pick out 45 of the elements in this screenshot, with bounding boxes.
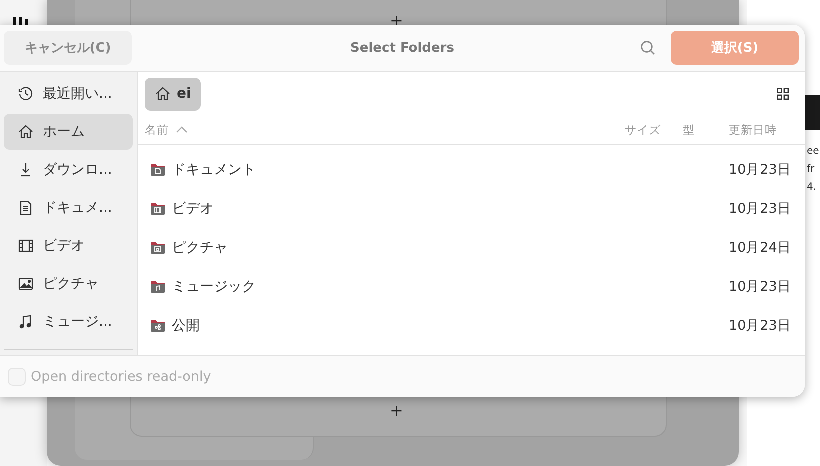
sidebar-item[interactable]: ドキュメ... bbox=[4, 190, 133, 226]
side-text: fr bbox=[807, 163, 815, 177]
folder-icon bbox=[150, 200, 166, 216]
sidebar-item[interactable]: ダウンロ... bbox=[4, 152, 133, 188]
file-row[interactable]: 公開 10月23日 bbox=[138, 306, 805, 345]
music-note-icon bbox=[18, 314, 34, 330]
folder-icon bbox=[150, 278, 166, 294]
file-name: ミュージック bbox=[172, 278, 256, 296]
checkbox-label: Open directories read-only bbox=[31, 368, 212, 384]
file-row[interactable]: ビデオ 10月23日 bbox=[138, 189, 805, 228]
window-title: Select Folders bbox=[350, 40, 454, 56]
modified-date: 10月23日 bbox=[729, 316, 792, 334]
path-button[interactable]: ei bbox=[145, 78, 202, 110]
modified-date: 10月23日 bbox=[729, 278, 792, 296]
file-row[interactable]: ドキュメント 10月23日 bbox=[138, 150, 805, 189]
side-text: 4. bbox=[807, 181, 817, 195]
modified-date: 10月24日 bbox=[729, 238, 792, 256]
film-icon bbox=[18, 238, 34, 254]
grid-view-icon[interactable] bbox=[777, 88, 789, 100]
document-icon bbox=[18, 200, 34, 216]
sidebar-item[interactable]: ミュージ... bbox=[4, 304, 133, 340]
modified-date: 10月23日 bbox=[729, 160, 792, 178]
clock-icon bbox=[18, 86, 34, 102]
modified-date: 10月23日 bbox=[729, 200, 792, 218]
file-name: ビデオ bbox=[172, 200, 214, 218]
file-name: ピクチャ bbox=[172, 238, 228, 256]
sidebar-item[interactable]: ビデオ bbox=[4, 228, 133, 264]
sidebar-item[interactable]: 最近開い... bbox=[4, 76, 133, 112]
side-text: ee bbox=[807, 145, 820, 159]
file-name: ドキュメント bbox=[172, 160, 256, 178]
thumbnail bbox=[805, 95, 820, 130]
search-icon[interactable] bbox=[640, 40, 656, 56]
image-icon bbox=[18, 276, 34, 292]
file-row[interactable]: ピクチャ 10月24日 bbox=[138, 228, 805, 267]
folder-icon bbox=[150, 318, 166, 334]
add-icon[interactable]: + bbox=[390, 403, 404, 419]
home-icon bbox=[155, 86, 171, 102]
folder-icon bbox=[150, 162, 166, 178]
folder-icon bbox=[150, 240, 166, 256]
sidebar-item[interactable]: ピクチャ bbox=[4, 266, 133, 302]
home-icon bbox=[18, 124, 34, 140]
file-row[interactable]: ミュージック 10月23日 bbox=[138, 267, 805, 306]
sidebar-item[interactable]: ホーム bbox=[4, 114, 133, 150]
file-name: 公開 bbox=[172, 316, 200, 334]
app-icon bbox=[12, 17, 30, 25]
